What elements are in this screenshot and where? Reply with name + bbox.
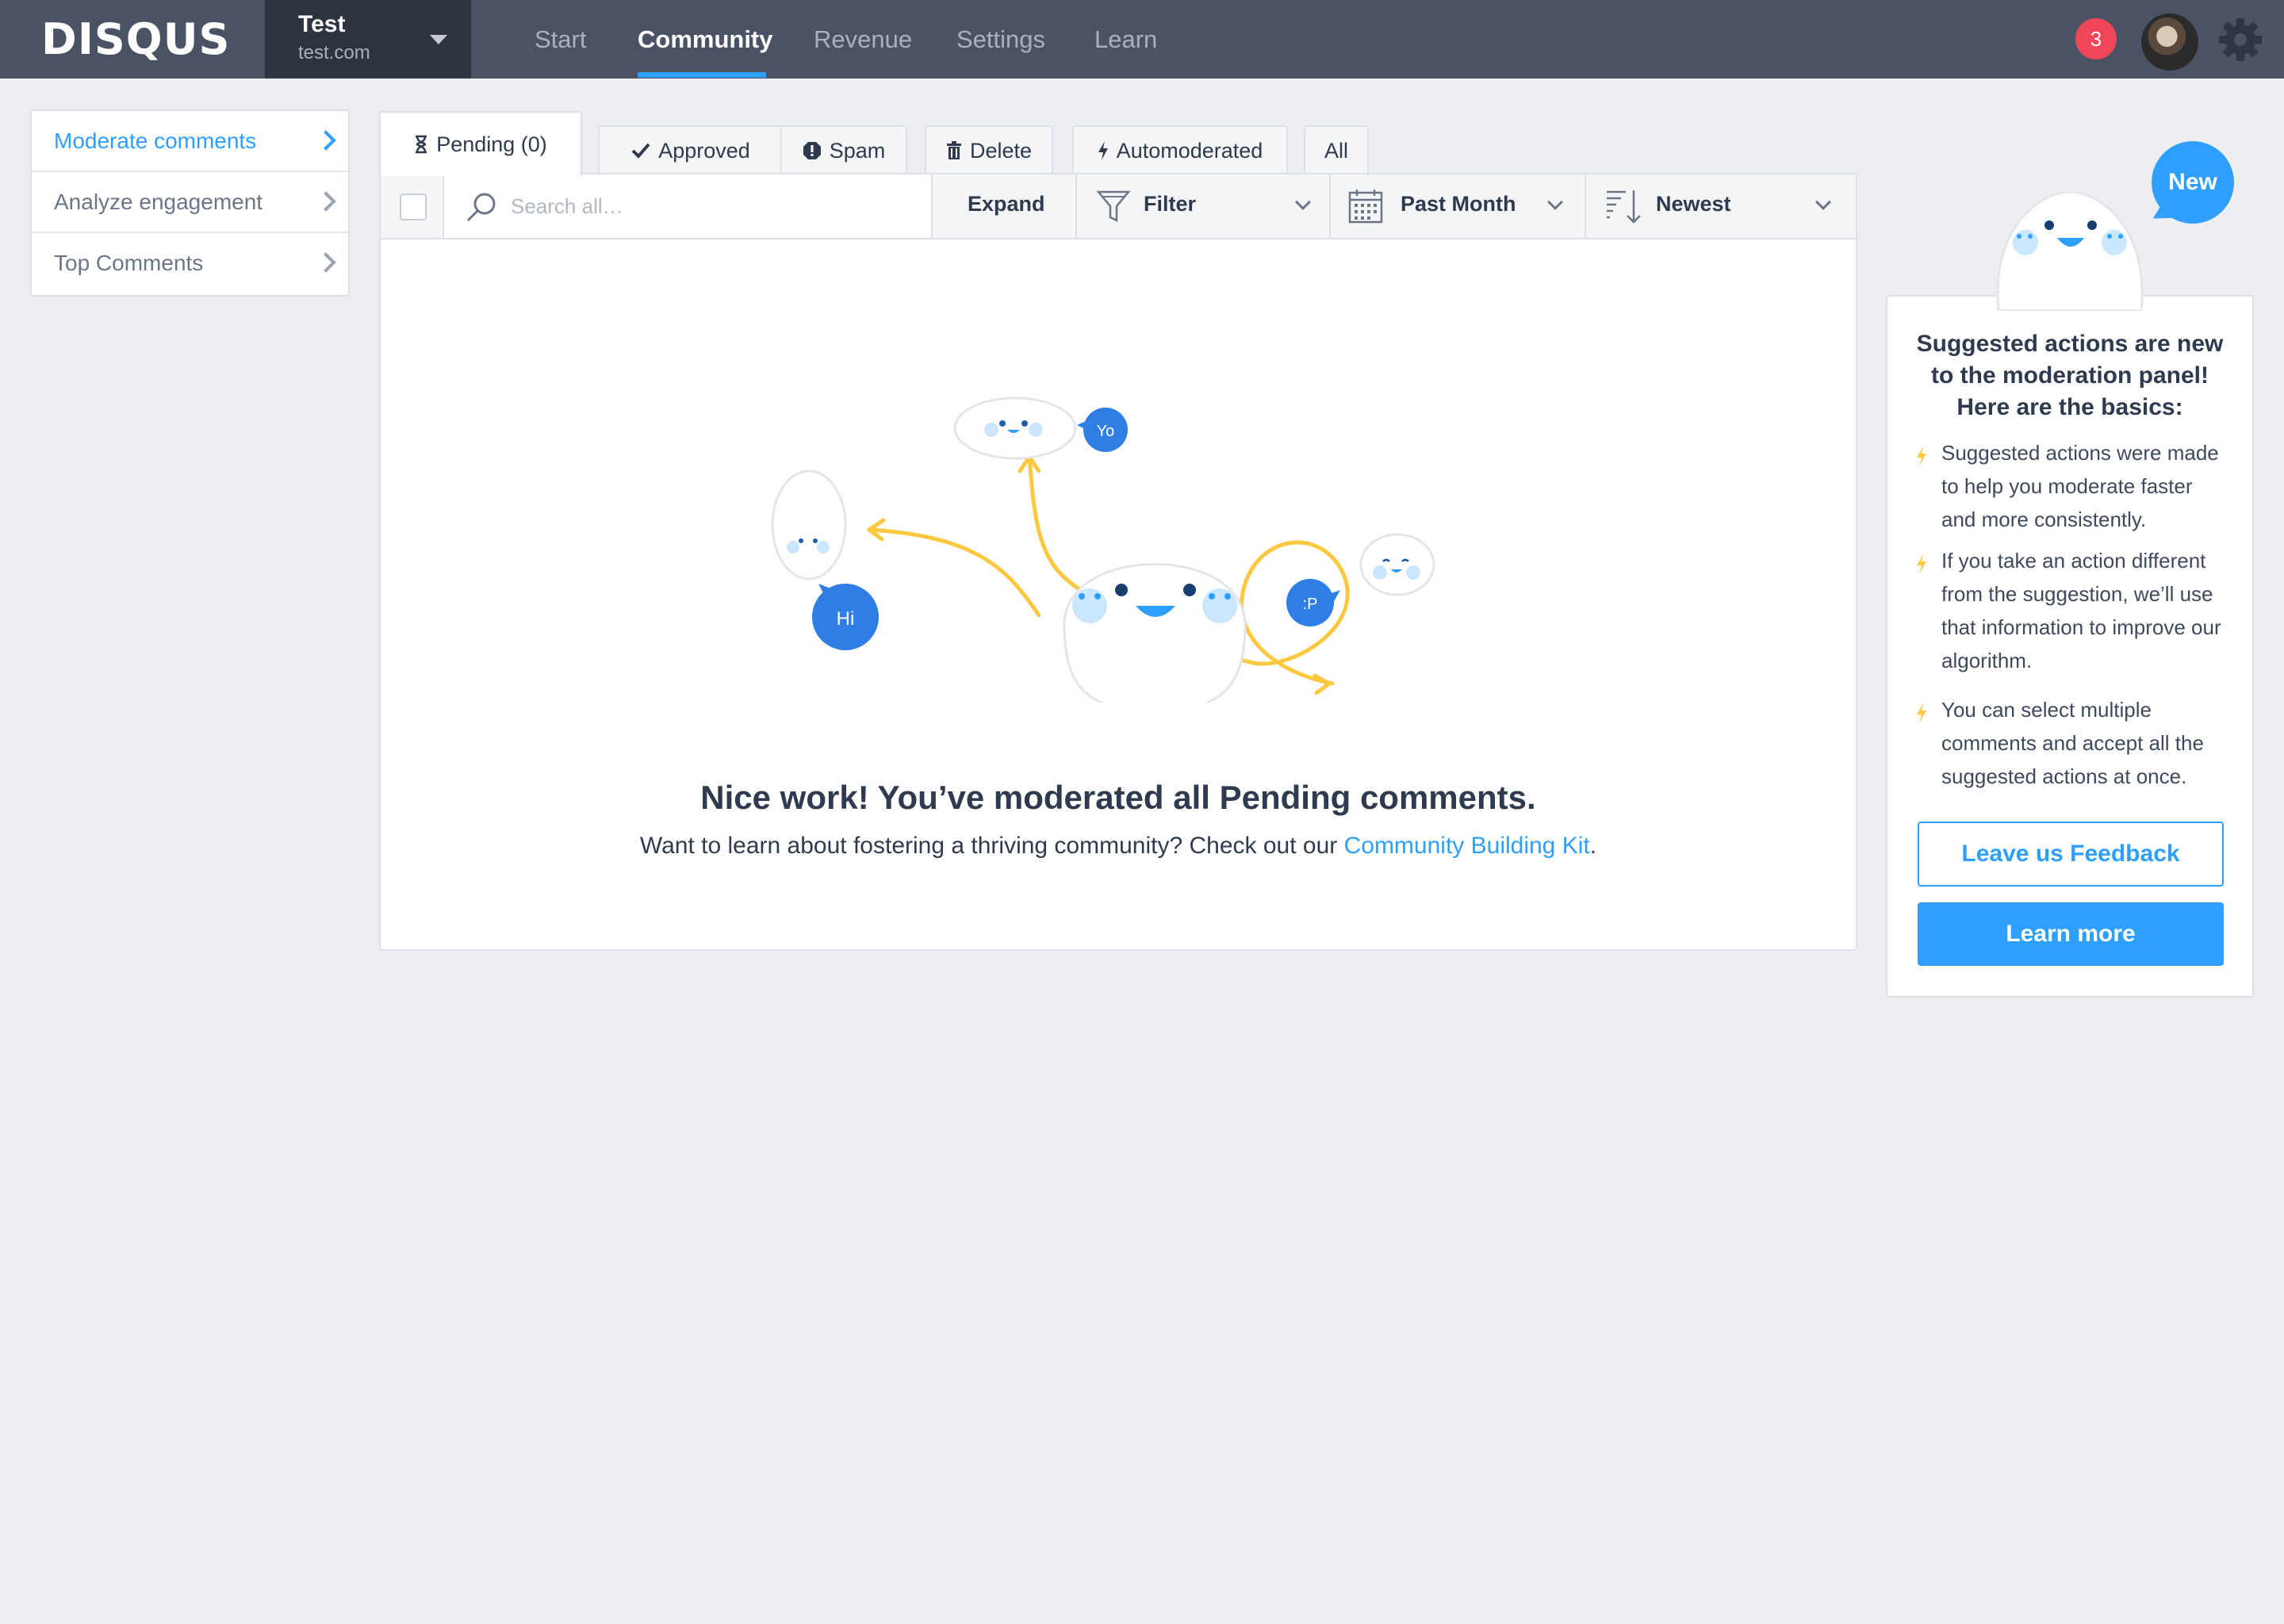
chevron-right-icon: [316, 130, 336, 151]
date-range-label: Past Month: [1401, 192, 1516, 216]
tip-item: If you take an action different from the…: [1941, 549, 2221, 672]
chevron-down-icon: [1295, 194, 1311, 210]
site-name: Test: [298, 11, 346, 37]
tab-label: Approved: [658, 138, 750, 163]
filter-toolbar: Expand Filter Past Month: [381, 174, 1856, 239]
chevron-down-icon: [1547, 194, 1563, 210]
leave-feedback-button[interactable]: Leave us Feedback: [1918, 822, 2224, 887]
notification-badge[interactable]: 3: [2075, 18, 2117, 59]
site-switcher[interactable]: Test test.com: [265, 0, 471, 79]
nav-community[interactable]: Community: [638, 24, 773, 56]
tip-title: Suggested actions are new to the moderat…: [1916, 331, 2224, 420]
tab-label: Delete: [969, 138, 1033, 163]
mascot-illustration: [1996, 192, 2144, 311]
bubble-hi-text: Hi: [837, 608, 855, 630]
top-bar: DISQUS Test test.com Start Community Rev…: [0, 0, 2284, 79]
search-field: [444, 174, 931, 238]
expand-label: Expand: [968, 192, 1045, 216]
nav-learn[interactable]: Learn: [1094, 24, 1157, 56]
bolt-icon: [1917, 553, 1926, 574]
sidebar-item-label: Moderate comments: [54, 128, 257, 153]
empty-state-illustration: Yo Hi :P: [771, 396, 1435, 703]
bubble-p-text: :P: [1303, 596, 1318, 613]
moderation-panel: Expand Filter Past Month: [379, 173, 1857, 951]
tab-label: Pending (0): [436, 132, 547, 156]
chevron-right-icon: [316, 191, 336, 212]
tab-all[interactable]: All: [1304, 125, 1369, 174]
bolt-icon: [1917, 703, 1926, 723]
nav-revenue[interactable]: Revenue: [814, 24, 912, 56]
new-badge: New: [2152, 141, 2234, 224]
sort-icon: [1607, 190, 1641, 224]
bubble-yo-text: Yo: [1097, 423, 1115, 440]
site-url: test.com: [298, 42, 370, 63]
expand-button[interactable]: Expand: [933, 174, 1075, 238]
suggested-actions-card: Suggested actions are new to the moderat…: [1886, 295, 2254, 998]
community-building-kit-link[interactable]: Community Building Kit: [1344, 833, 1590, 859]
tab-spam[interactable]: Spam: [780, 125, 907, 174]
tip-item: Suggested actions were made to help you …: [1941, 441, 2219, 531]
tab-approved[interactable]: Approved: [598, 125, 784, 174]
search-input[interactable]: [511, 189, 907, 224]
chevron-right-icon: [316, 252, 336, 273]
calendar-icon: [1348, 190, 1383, 224]
filter-icon: [1096, 190, 1131, 223]
sort-dropdown[interactable]: Newest: [1586, 174, 1856, 238]
bolt-icon: [1098, 141, 1108, 160]
check-icon: [631, 143, 650, 159]
sidebar-item-label: Analyze engagement: [54, 190, 263, 214]
empty-state-suffix: .: [1589, 833, 1597, 859]
tab-pending[interactable]: Pending (0): [379, 111, 582, 176]
sidebar-item-label: Top Comments: [54, 251, 204, 275]
sidebar-nav: Moderate comments Analyze engagement Top…: [30, 109, 350, 297]
alert-icon: [803, 142, 821, 159]
select-all-checkbox[interactable]: [400, 193, 427, 220]
trash-icon: [946, 141, 961, 159]
tab-label: All: [1324, 138, 1348, 163]
tip-item: You can select multiple comments and acc…: [1941, 698, 2204, 788]
sidebar-item-top-comments[interactable]: Top Comments: [32, 233, 348, 294]
filter-dropdown[interactable]: Filter: [1077, 174, 1329, 238]
nav-settings[interactable]: Settings: [956, 24, 1045, 56]
empty-state-title: Nice work! You’ve moderated all Pending …: [700, 779, 1536, 816]
sort-label: Newest: [1656, 192, 1731, 216]
sidebar-item-analyze-engagement[interactable]: Analyze engagement: [32, 172, 348, 233]
disqus-logo[interactable]: DISQUS: [41, 14, 230, 65]
tab-label: Spam: [829, 138, 886, 163]
caret-down-icon: [430, 35, 447, 44]
tab-delete[interactable]: Delete: [925, 125, 1053, 174]
filter-label: Filter: [1144, 192, 1197, 216]
search-icon: [466, 193, 496, 222]
hourglass-icon: [416, 135, 427, 154]
empty-state-subtitle-text: Want to learn about fostering a thriving…: [639, 833, 1344, 859]
date-range-dropdown[interactable]: Past Month: [1331, 174, 1585, 238]
nav-start[interactable]: Start: [535, 24, 586, 56]
active-nav-indicator: [638, 72, 766, 78]
learn-more-button[interactable]: Learn more: [1918, 902, 2224, 966]
user-avatar[interactable]: [2141, 13, 2198, 71]
empty-state-subtitle: Want to learn about fostering a thriving…: [381, 833, 1856, 860]
gear-icon[interactable]: [2217, 16, 2264, 63]
chevron-down-icon: [1815, 194, 1831, 210]
tab-label: Automoderated: [1116, 138, 1263, 163]
bolt-icon: [1917, 446, 1926, 466]
tab-automoderated[interactable]: Automoderated: [1072, 125, 1288, 174]
sidebar-item-moderate-comments[interactable]: Moderate comments: [32, 111, 348, 172]
